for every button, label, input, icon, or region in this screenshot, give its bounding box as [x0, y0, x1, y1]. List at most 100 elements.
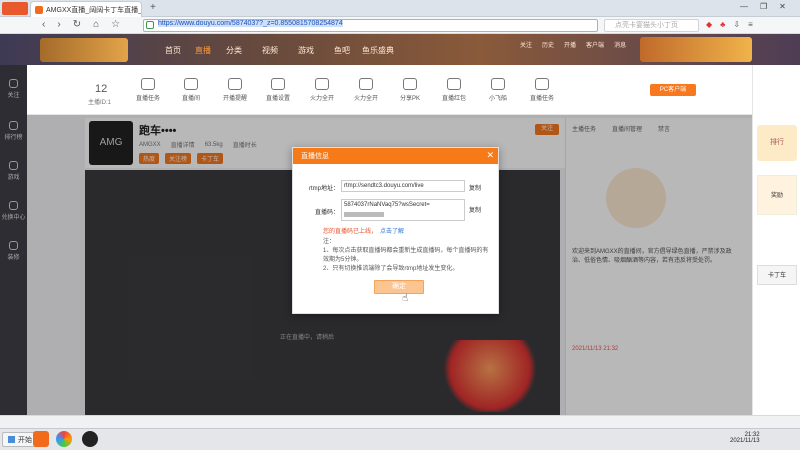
tool-ship[interactable]: 小飞船 — [478, 78, 518, 102]
sidebar-item-decor[interactable]: 装修 — [0, 237, 27, 265]
tool-label: 直播任务 — [529, 96, 554, 102]
tool-label: 直播红包 — [441, 96, 466, 102]
douyu-favicon-icon — [35, 5, 43, 14]
level-count: 12 — [95, 83, 108, 95]
browser-search-box[interactable]: 点亮卡宴猫头小丁页 — [604, 19, 699, 32]
taskbar-app-douyu[interactable] — [33, 431, 49, 447]
menu-icon[interactable]: ≡ — [748, 20, 753, 29]
learn-more-link[interactable]: 点击了解 — [380, 226, 404, 235]
extension-icon[interactable]: ◆ — [706, 20, 712, 29]
nav-event[interactable]: 鱼乐盛典 — [362, 45, 394, 56]
sidebar-item-game[interactable]: 游戏 — [0, 157, 27, 185]
address-bar[interactable]: https://www.douyu.com/5874037?_z=0.85508… — [143, 19, 598, 32]
tab-title: AMGXX直播_阔阔卡丁车直播_ — [46, 6, 142, 14]
brush-icon — [9, 241, 18, 250]
redpacket-icon — [447, 78, 461, 90]
nav-yuba[interactable]: 鱼吧 — [334, 45, 350, 56]
tool-pk[interactable]: 分享PK — [390, 78, 430, 102]
right-reward[interactable]: 奖励 — [757, 175, 797, 215]
nav-home[interactable]: 首页 — [165, 45, 181, 56]
tool-label: 直播间 — [181, 96, 200, 102]
address-text: https://www.douyu.com/5874037?_z=0.85508… — [158, 20, 343, 27]
tool-task[interactable]: 直播任务 — [128, 78, 168, 102]
header-follow[interactable]: 关注 — [520, 40, 532, 49]
pc-client-button[interactable]: PC客户端 — [650, 84, 696, 96]
rtmp-address-field[interactable]: rtmp://sendtc3.douyu.com/live — [341, 180, 465, 192]
search-placeholder: 点亮卡宴猫头小丁页 — [615, 22, 678, 29]
header-client[interactable]: 客户端 — [586, 40, 604, 49]
nav-video[interactable]: 视频 — [262, 45, 278, 56]
sidebar-item-shop[interactable]: 兑换中心 — [0, 197, 27, 225]
tool-gift[interactable]: 火力全开 — [302, 78, 342, 102]
taskbar-app-obs[interactable] — [82, 431, 98, 447]
browser-title-bar: AMGXX直播_阔阔卡丁车直播_ ✕ + — ❐ ✕ — [0, 0, 800, 17]
confirm-button[interactable]: 确定 — [374, 280, 424, 294]
stream-key-field[interactable]: 5874037rNaNVaq75?wsSecret= — [341, 199, 465, 221]
right-promo[interactable]: 排行 — [757, 125, 797, 161]
scrollbar-track[interactable] — [344, 212, 384, 217]
taskbar-clock[interactable]: 21:32 2021/11/13 — [730, 432, 760, 444]
windows-icon — [8, 436, 15, 443]
dialog-header: 直播信息 ✕ — [293, 148, 498, 164]
minimize-button[interactable]: — — [740, 2, 748, 11]
bookmark-star-icon[interactable]: ☆ — [111, 19, 120, 30]
home-icon[interactable]: ⌂ — [93, 19, 99, 30]
clock-date: 2021/11/13 — [730, 438, 760, 444]
note-item: 2、只有切换推流端除了会导致rtmp地址发生变化。 — [323, 266, 459, 272]
tool-remind[interactable]: 开播提醒 — [215, 78, 255, 102]
dialog-notes: 注： 1、每次点击获取直播码都会重新生成直播码，每个直播码的有效期为5分钟。 2… — [323, 238, 493, 274]
site-logo[interactable] — [40, 38, 128, 62]
maximize-button[interactable]: ❐ — [760, 2, 767, 11]
calendar-icon — [271, 78, 285, 90]
sidebar-item-rank[interactable]: 排行榜 — [0, 117, 27, 145]
refresh-icon[interactable]: ↻ — [73, 19, 81, 30]
right-category[interactable]: 卡丁车 — [757, 265, 797, 285]
tool-redpacket[interactable]: 直播红包 — [434, 78, 474, 102]
tool-label: 直播设置 — [265, 96, 290, 102]
browser-tab[interactable]: AMGXX直播_阔阔卡丁车直播_ ✕ — [30, 1, 142, 17]
header-history[interactable]: 历史 — [542, 40, 554, 49]
sidebar-item-follow[interactable]: 关注 — [0, 75, 27, 103]
gift-icon — [315, 78, 329, 90]
nav-category[interactable]: 分类 — [226, 45, 242, 56]
stream-info-dialog: 直播信息 ✕ rtmp地址： rtmp://sendtc3.douyu.com/… — [292, 147, 499, 314]
close-window-button[interactable]: ✕ — [779, 2, 786, 11]
tool-settings[interactable]: 直播设置 — [258, 78, 298, 102]
level-label: 主播ID:1 — [88, 100, 112, 106]
nav-game[interactable]: 游戏 — [298, 45, 314, 56]
taskbar: 开始 21:32 2021/11/13 — [0, 428, 800, 450]
new-tab-button[interactable]: + — [150, 2, 156, 13]
back-arrow-icon[interactable]: ‹ — [42, 19, 45, 30]
key-warning: 您的直播码已上线， — [323, 229, 378, 235]
sidebar-label: 装修 — [7, 255, 20, 261]
tool-label: 开播提醒 — [222, 96, 247, 102]
heart-icon — [9, 79, 18, 88]
banner-ad[interactable] — [640, 37, 752, 62]
tool-more[interactable]: 直播任务 — [522, 78, 562, 102]
nav-live[interactable]: 直播 — [195, 45, 211, 56]
shop-icon — [9, 201, 18, 210]
close-icon[interactable]: ✕ — [486, 150, 494, 161]
copy-rtmp-button[interactable]: 复制 — [469, 183, 481, 192]
tool-room[interactable]: 直播间 — [171, 78, 211, 102]
mouse-cursor-icon: ☝ — [402, 293, 409, 304]
note-title: 注： — [323, 239, 336, 245]
tool-label: 小飞船 — [488, 96, 507, 102]
tool-fire[interactable]: 火力全开 — [346, 78, 386, 102]
taskbar-app-browser[interactable] — [56, 431, 72, 447]
sidebar-label: 关注 — [7, 93, 20, 99]
rank-icon — [9, 121, 18, 130]
header-messages[interactable]: 消息 — [614, 40, 626, 49]
download-icon[interactable]: ⇩ — [733, 20, 740, 29]
right-panel: 排行 奖励 卡丁车 — [752, 65, 800, 415]
gamepad-icon — [9, 161, 18, 170]
site-header — [0, 34, 800, 65]
header-broadcast[interactable]: 开播 — [564, 40, 576, 49]
copy-key-button[interactable]: 复制 — [469, 205, 481, 214]
start-label: 开始 — [18, 436, 32, 444]
forward-arrow-icon[interactable]: › — [57, 19, 60, 30]
sidebar-label: 游戏 — [7, 175, 20, 181]
tool-label: 直播任务 — [135, 96, 160, 102]
browser-logo[interactable] — [2, 2, 28, 15]
game-icon[interactable]: ♣ — [720, 20, 725, 29]
